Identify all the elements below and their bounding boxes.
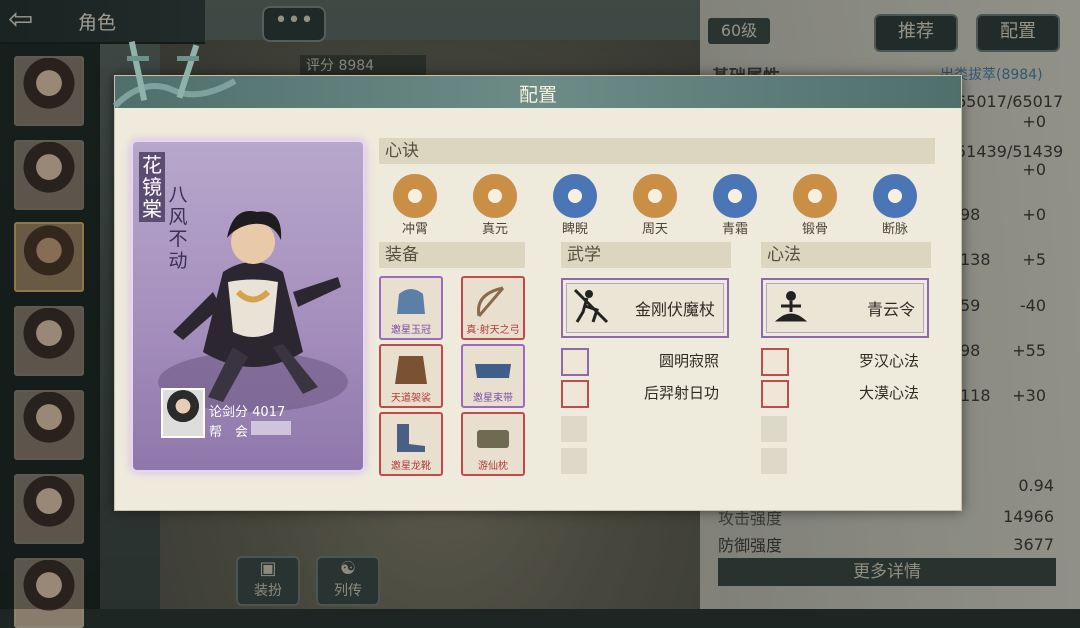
equipment-slot[interactable]: 邀星玉冠 xyxy=(379,276,443,340)
equipment-name: 游仙枕 xyxy=(478,461,508,472)
xinjue-item[interactable]: 睥睨 xyxy=(545,174,605,237)
empty-skill-slot[interactable] xyxy=(761,448,787,474)
section-mental: 心法 xyxy=(761,242,931,268)
empty-skill-slot[interactable] xyxy=(761,416,787,442)
xinjue-label: 睥睨 xyxy=(561,222,588,237)
archer-icon[interactable] xyxy=(561,348,589,376)
config-modal: 配置 花镜棠 八风不动 论剑分 4017 帮 会 心诀 装备 武学 心法 冲霄 … xyxy=(112,41,962,511)
xinjue-item[interactable]: 周天 xyxy=(625,174,685,237)
pillow-icon xyxy=(477,430,509,448)
sword-ornament-icon xyxy=(112,41,237,109)
arena-score-value: 4017 xyxy=(252,405,286,420)
meditation-icon[interactable] xyxy=(761,380,789,408)
xinjue-label: 周天 xyxy=(641,222,668,237)
empty-skill-slot[interactable] xyxy=(561,416,587,442)
equipment-name: 邀星龙靴 xyxy=(391,461,431,472)
guild-name-redacted xyxy=(251,421,291,435)
xinjue-label: 冲霄 xyxy=(401,222,428,237)
staff-fighter-icon xyxy=(573,288,609,324)
belt-icon xyxy=(475,364,511,378)
helmet-icon xyxy=(397,289,425,314)
mental-main-name: 青云令 xyxy=(866,300,915,319)
section-xinjue: 心诀 xyxy=(379,138,935,164)
martial-main-skill[interactable]: 金刚伏魔杖 xyxy=(561,278,729,338)
archer-icon[interactable] xyxy=(561,380,589,408)
character-card: 花镜棠 八风不动 论剑分 4017 帮 会 xyxy=(131,140,365,472)
equipment-slot[interactable]: 游仙枕 xyxy=(461,412,525,476)
xinjue-icon xyxy=(793,174,837,218)
meditating-figure-icon xyxy=(774,291,808,322)
equipment-slot[interactable]: 天道袈裟 xyxy=(379,344,443,408)
character-name: 花镜棠 xyxy=(139,152,165,222)
section-equipment: 装备 xyxy=(379,242,525,268)
xinjue-label: 锻骨 xyxy=(801,222,828,237)
boots-icon xyxy=(397,424,425,452)
xinjue-icon xyxy=(713,174,757,218)
xinjue-item[interactable]: 冲霄 xyxy=(385,174,445,237)
empty-skill-slot[interactable] xyxy=(561,448,587,474)
guild-label: 帮 会 xyxy=(209,425,249,440)
armor-icon xyxy=(395,356,427,384)
xinjue-item[interactable]: 青霜 xyxy=(705,174,765,237)
player-avatar[interactable] xyxy=(161,388,205,438)
xinjue-label: 真元 xyxy=(481,222,508,237)
bow-icon xyxy=(477,286,505,317)
arena-score-label: 论剑分 xyxy=(209,405,249,420)
equipment-slot[interactable]: 邀星束带 xyxy=(461,344,525,408)
section-martial: 武学 xyxy=(561,242,731,268)
arena-score: 论剑分 4017 xyxy=(209,401,285,420)
equipment-slot[interactable]: 真·射天之弓 xyxy=(461,276,525,340)
xinjue-list: 冲霄 真元 睥睨 周天 青霜 锻骨 断脉 xyxy=(385,174,945,240)
meditation-icon[interactable] xyxy=(761,348,789,376)
equipment-name: 邀星玉冠 xyxy=(391,325,431,336)
mental-sub-name: 大漠心法 xyxy=(858,384,919,402)
martial-sub-name: 后羿射日功 xyxy=(643,384,719,402)
xinjue-icon xyxy=(633,174,677,218)
martial-main-name: 金刚伏魔杖 xyxy=(634,300,715,319)
character-title: 八风不动 xyxy=(168,184,188,272)
mental-main-skill[interactable]: 青云令 xyxy=(761,278,929,338)
mental-sub-name: 罗汉心法 xyxy=(858,352,919,370)
xinjue-item[interactable]: 真元 xyxy=(465,174,525,237)
equipment-name: 邀星束带 xyxy=(473,393,513,404)
xinjue-item[interactable]: 锻骨 xyxy=(785,174,845,237)
equipment-slot[interactable]: 邀星龙靴 xyxy=(379,412,443,476)
martial-sub-name: 圆明寂照 xyxy=(658,352,719,370)
xinjue-icon xyxy=(553,174,597,218)
xinjue-label: 青霜 xyxy=(721,222,748,237)
xinjue-label: 断脉 xyxy=(881,222,908,237)
xinjue-icon xyxy=(393,174,437,218)
equipment-name: 真·射天之弓 xyxy=(466,325,520,336)
xinjue-icon xyxy=(873,174,917,218)
xinjue-icon xyxy=(473,174,517,218)
equipment-name: 天道袈裟 xyxy=(391,393,431,404)
xinjue-item[interactable]: 断脉 xyxy=(865,174,925,237)
